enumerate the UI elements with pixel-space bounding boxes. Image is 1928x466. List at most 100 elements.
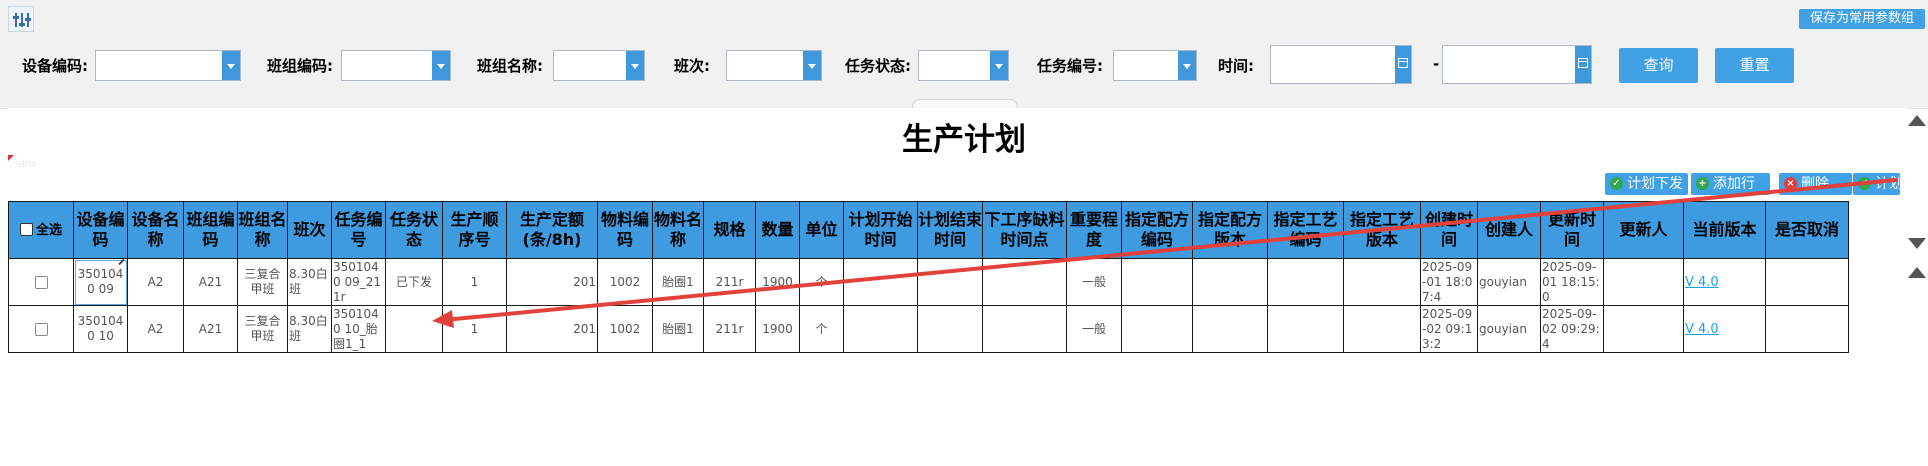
edit-pencil-icon[interactable] bbox=[118, 259, 125, 266]
table-cell[interactable]: 211r bbox=[703, 258, 756, 306]
end-time-input[interactable] bbox=[1442, 45, 1592, 84]
table-cell[interactable]: A2 bbox=[127, 258, 184, 306]
table-cell[interactable] bbox=[843, 305, 918, 353]
column-header[interactable]: 班组名称 bbox=[237, 201, 288, 259]
column-header[interactable]: 指定工艺版本 bbox=[1343, 201, 1421, 259]
table-cell[interactable]: 1 bbox=[442, 258, 507, 306]
table-cell[interactable] bbox=[1121, 258, 1193, 306]
version-link[interactable]: V 4.0 bbox=[1685, 275, 1719, 290]
table-cell[interactable]: A2 bbox=[127, 305, 184, 353]
scroll-down-icon[interactable] bbox=[1908, 238, 1926, 249]
table-cell[interactable] bbox=[1603, 305, 1684, 353]
table-cell[interactable]: gouyian bbox=[1477, 305, 1541, 353]
table-cell[interactable] bbox=[1343, 258, 1421, 306]
table-cell[interactable]: 1002 bbox=[597, 258, 653, 306]
chevron-down-icon[interactable] bbox=[990, 51, 1008, 80]
column-header[interactable]: 班次 bbox=[287, 201, 332, 259]
row-select-cell[interactable] bbox=[8, 305, 74, 353]
column-header[interactable]: 计划结束时间 bbox=[917, 201, 983, 259]
table-cell[interactable]: 三复合甲班 bbox=[237, 258, 288, 306]
equipment-code-select[interactable] bbox=[95, 50, 241, 81]
table-cell[interactable]: 3501040 10_胎圈1_1 bbox=[331, 305, 386, 353]
table-cell[interactable]: 个 bbox=[799, 305, 844, 353]
table-cell[interactable]: 8.30白班 bbox=[287, 258, 332, 306]
table-cell[interactable] bbox=[1121, 305, 1193, 353]
table-cell[interactable]: 8.30白班 bbox=[287, 305, 332, 353]
column-header[interactable]: 任务状态 bbox=[385, 201, 443, 259]
table-cell[interactable]: 一般 bbox=[1066, 258, 1122, 306]
issue-plan-button[interactable]: ✓ 计划下发 bbox=[1605, 173, 1688, 195]
column-header[interactable]: 创建时间 bbox=[1420, 201, 1478, 259]
column-header[interactable]: 当前版本 bbox=[1683, 201, 1766, 259]
row-select-cell[interactable] bbox=[8, 258, 74, 306]
plan-button[interactable]: ✓ 计划 bbox=[1853, 173, 1900, 195]
column-header[interactable]: 单位 bbox=[799, 201, 844, 259]
column-header[interactable]: 物料编码 bbox=[597, 201, 653, 259]
save-params-button[interactable]: 保存为常用参数组 bbox=[1799, 9, 1925, 29]
calendar-icon[interactable] bbox=[1395, 46, 1411, 83]
table-cell[interactable]: 201 bbox=[506, 305, 598, 353]
table-cell[interactable]: gouyian bbox=[1477, 258, 1541, 306]
table-cell[interactable]: 1900 bbox=[755, 305, 800, 353]
column-header[interactable]: 设备编码 bbox=[73, 201, 128, 259]
filter-sliders-icon[interactable] bbox=[8, 6, 34, 32]
column-header[interactable]: 重要程度 bbox=[1066, 201, 1122, 259]
table-cell[interactable] bbox=[1267, 305, 1344, 353]
column-header[interactable]: 指定工艺编码 bbox=[1267, 201, 1344, 259]
chevron-down-icon[interactable] bbox=[222, 51, 240, 80]
table-cell[interactable]: 1002 bbox=[597, 305, 653, 353]
task-status-select[interactable] bbox=[918, 50, 1009, 81]
table-cell[interactable] bbox=[843, 258, 918, 306]
column-header[interactable]: 计划开始时间 bbox=[843, 201, 918, 259]
table-cell[interactable]: 2025-09-02 09:29:4 bbox=[1540, 305, 1604, 353]
table-cell[interactable] bbox=[1343, 305, 1421, 353]
column-header[interactable]: 更新人 bbox=[1603, 201, 1684, 259]
calendar-icon[interactable] bbox=[1575, 46, 1591, 83]
table-cell[interactable] bbox=[1603, 258, 1684, 306]
table-cell[interactable]: A21 bbox=[183, 258, 238, 306]
column-header[interactable]: 创建人 bbox=[1477, 201, 1541, 259]
table-cell[interactable]: V 4.0 bbox=[1683, 305, 1766, 353]
table-row[interactable]: 3501040 09 A2 A21 三复合甲班 8.30白班 3501040 0… bbox=[8, 258, 1849, 306]
table-cell[interactable] bbox=[1765, 305, 1849, 353]
table-cell[interactable]: 2025-09-01 18:07:4 bbox=[1420, 258, 1478, 306]
version-link[interactable]: V 4.0 bbox=[1685, 322, 1719, 337]
select-all-checkbox[interactable] bbox=[19, 223, 33, 236]
table-cell[interactable]: 3501040 09 bbox=[73, 258, 128, 306]
table-cell[interactable] bbox=[982, 258, 1067, 306]
reset-button[interactable]: 重置 bbox=[1715, 48, 1794, 83]
delete-button[interactable]: × 删除 bbox=[1779, 173, 1852, 195]
column-header[interactable]: 指定配方编码 bbox=[1121, 201, 1193, 259]
chevron-down-icon[interactable] bbox=[626, 51, 644, 80]
chevron-down-icon[interactable] bbox=[803, 51, 821, 80]
scroll-up-icon[interactable] bbox=[1908, 115, 1926, 126]
table-cell[interactable]: 201 bbox=[506, 258, 598, 306]
table-cell[interactable]: 胎圈1 bbox=[652, 258, 704, 306]
row-checkbox[interactable] bbox=[34, 322, 48, 336]
table-cell[interactable]: 三复合甲班 bbox=[237, 305, 288, 353]
column-header[interactable]: 是否取消 bbox=[1765, 201, 1849, 259]
column-header[interactable]: 下工序缺料时间点 bbox=[982, 201, 1067, 259]
table-cell[interactable] bbox=[982, 305, 1067, 353]
table-cell[interactable]: 已下发 bbox=[385, 258, 443, 306]
table-cell[interactable]: 1900 bbox=[755, 258, 800, 306]
team-code-select[interactable] bbox=[341, 50, 451, 81]
table-cell[interactable] bbox=[385, 305, 443, 353]
column-header[interactable]: 生产顺序号 bbox=[442, 201, 507, 259]
table-cell[interactable] bbox=[917, 305, 983, 353]
table-cell[interactable] bbox=[1192, 305, 1268, 353]
scroll-up-icon[interactable] bbox=[1908, 267, 1926, 278]
column-header[interactable]: 指定配方版本 bbox=[1192, 201, 1268, 259]
table-cell[interactable]: A21 bbox=[183, 305, 238, 353]
table-cell[interactable] bbox=[1192, 258, 1268, 306]
task-no-select[interactable] bbox=[1113, 50, 1197, 81]
column-header[interactable]: 设备名称 bbox=[127, 201, 184, 259]
table-row[interactable]: 3501040 10 A2 A21 三复合甲班 8.30白班 3501040 1… bbox=[8, 305, 1849, 353]
table-cell[interactable]: 2025-09-01 18:15:0 bbox=[1540, 258, 1604, 306]
row-checkbox[interactable] bbox=[34, 275, 48, 289]
chevron-down-icon[interactable] bbox=[432, 51, 450, 80]
table-cell[interactable]: 3501040 10 bbox=[73, 305, 128, 353]
table-cell[interactable]: 一般 bbox=[1066, 305, 1122, 353]
start-time-input[interactable] bbox=[1270, 45, 1412, 84]
chevron-down-icon[interactable] bbox=[1178, 51, 1196, 80]
